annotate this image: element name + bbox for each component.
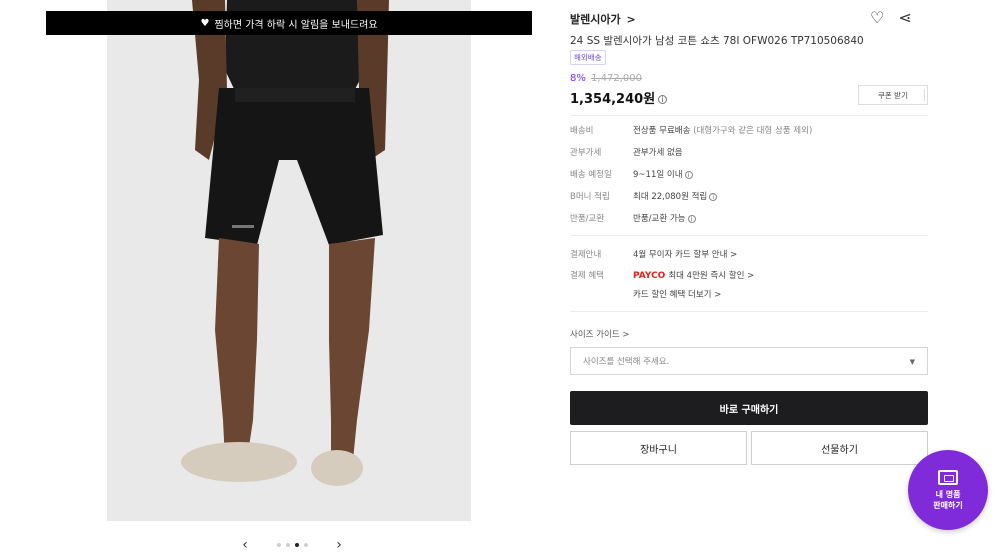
discount-percent: 8% [570, 73, 586, 84]
sale-price-row: 1,354,240원 i [570, 88, 668, 107]
shipping-fee-note: (대형가구와 같은 대형 상품 제외) [690, 126, 813, 136]
caret-down-icon: ▼ [909, 358, 915, 366]
product-image[interactable] [107, 0, 471, 521]
coupon-button-label: 쿠폰 받기 [878, 90, 908, 100]
delivery-date-value: 9~11일 이내 [633, 170, 683, 180]
wishlist-heart-icon[interactable]: ♡ [870, 8, 884, 27]
overseas-shipping-badge: 해외배송 [570, 50, 606, 65]
price-alert-banner: ♥ 찜하면 가격 하락 시 알림을 보내드려요 [46, 11, 532, 35]
detail-row-customs: 관부가세 관부가세 없음 [570, 146, 683, 158]
share-icon[interactable]: ⋖ [898, 8, 911, 27]
detail-row-returns: 반품/교환 반품/교환 가능 i [570, 212, 696, 224]
brand-name: 발렌시아가 [570, 13, 621, 26]
product-title: 24 SS 발렌시아가 남성 코튼 쇼츠 78I OFW026 TP710506… [570, 35, 864, 47]
detail-label: 배송비 [570, 126, 594, 136]
card-benefit-link[interactable]: 카드 할인 혜택 더보기 > [633, 288, 721, 300]
add-to-cart-button[interactable]: 장바구니 [570, 431, 747, 465]
size-select-placeholder: 사이즈를 선택해 주세요. [583, 357, 670, 367]
detail-row-delivery-date: 배송 예정일 9~11일 이내 i [570, 168, 693, 180]
installment-link[interactable]: 4월 무이자 카드 할부 안내 > [633, 248, 737, 260]
detail-label: 반품/교환 [570, 214, 605, 224]
detail-label: 배송 예정일 [570, 170, 612, 180]
size-select[interactable]: 사이즈를 선택해 주세요. ▼ [570, 347, 928, 375]
detail-value: 9~11일 이내 i [633, 168, 693, 180]
points-value: 최대 22,080원 적립 [633, 192, 708, 202]
shipping-fee-value: 전상품 무료배송 [633, 126, 691, 136]
fab-label-line2: 판매하기 [933, 500, 963, 510]
detail-label: 관부가세 [570, 148, 602, 158]
detail-row-shipping-fee: 배송비 전상품 무료배송 (대형가구와 같은 대형 상품 제외) [570, 124, 812, 136]
info-icon[interactable]: i [709, 192, 718, 201]
brand-link[interactable]: 발렌시아가 > [570, 11, 636, 27]
pager-dot[interactable] [285, 543, 290, 547]
payco-benefit-text: 최대 4만원 즉시 할인 > [668, 271, 755, 281]
divider [570, 115, 928, 116]
detail-value: 전상품 무료배송 (대형가구와 같은 대형 상품 제외) [633, 124, 812, 136]
empty-label [570, 288, 633, 300]
heart-icon: ♥ [200, 17, 210, 29]
sell-luxury-fab[interactable]: 내 명품 판매하기 [908, 450, 988, 530]
info-icon[interactable]: i [658, 95, 668, 104]
product-actions: ♡ ⋖ [870, 8, 912, 27]
chevron-right-icon: > [626, 13, 636, 26]
payment-label: 결제안내 [570, 250, 602, 260]
info-icon[interactable]: i [687, 214, 696, 223]
divider [570, 235, 928, 236]
prev-image-button[interactable]: ‹ [237, 537, 253, 553]
size-guide-link[interactable]: 사이즈 가이드 > [570, 328, 629, 340]
payment-label: 결제 혜택 [570, 271, 604, 281]
gallery-pager: ‹ › [237, 535, 347, 555]
payment-installment-row: 결제안내 4월 무이자 카드 할부 안내 > [570, 248, 737, 260]
payco-link[interactable]: PAYCO 최대 4만원 즉시 할인 > [633, 269, 754, 281]
discount-row: 8% 1,472,000 [570, 73, 642, 84]
gift-button[interactable]: 선물하기 [751, 431, 928, 465]
divider [570, 311, 928, 312]
coupon-edge [924, 89, 928, 101]
pager-dot[interactable] [303, 543, 308, 547]
detail-value: 반품/교환 가능 i [633, 212, 696, 224]
price-alert-text: 찜하면 가격 하락 시 알림을 보내드려요 [214, 19, 378, 31]
sale-price: 1,354,240원 [570, 92, 656, 107]
card-benefit-row: 카드 할인 혜택 더보기 > [570, 288, 721, 300]
next-image-button[interactable]: › [331, 537, 347, 553]
payco-logo: PAYCO [633, 271, 666, 281]
detail-row-points: B머니 적립 최대 22,080원 적립 i [570, 190, 718, 202]
original-price: 1,472,000 [591, 73, 642, 84]
pager-dots [276, 543, 308, 547]
pager-dot-active[interactable] [294, 543, 299, 547]
buy-now-button[interactable]: 바로 구매하기 [570, 391, 928, 425]
info-icon[interactable]: i [684, 170, 693, 179]
detail-value: 관부가세 없음 [633, 148, 683, 158]
detail-label: B머니 적립 [570, 192, 610, 202]
fab-label-line1: 내 명품 [935, 489, 961, 499]
detail-value: 최대 22,080원 적립 i [633, 190, 718, 202]
returns-value: 반품/교환 가능 [633, 214, 686, 224]
payment-benefit-row: 결제 혜택 PAYCO 최대 4만원 즉시 할인 > [570, 269, 754, 281]
sell-icon [938, 469, 958, 485]
coupon-button[interactable]: 쿠폰 받기 [858, 85, 928, 105]
pager-dot[interactable] [276, 543, 281, 547]
product-photo [181, 0, 389, 486]
